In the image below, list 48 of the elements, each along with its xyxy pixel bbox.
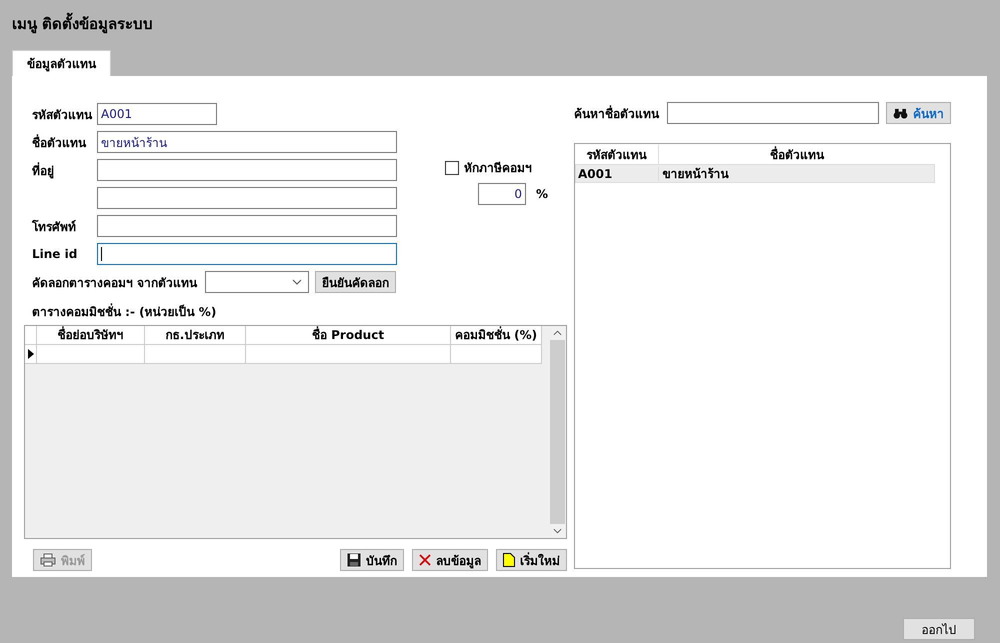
column-header: ชื่อย่อบริษัทฯ — [37, 326, 145, 345]
table-caption: ตารางคอมมิชชั่น :- (หน่วยเป็น %) — [31, 302, 218, 321]
column-header: กธ.ประเภท — [145, 326, 246, 345]
action-button[interactable]: เริ่มใหม่ — [496, 549, 567, 571]
chevron-up-icon[interactable] — [553, 330, 562, 336]
chevron-down-icon — [292, 279, 302, 285]
table-cell[interactable] — [37, 345, 145, 364]
action-button[interactable]: บันทึก — [340, 549, 404, 571]
search-button[interactable]: ค้นหา — [886, 102, 951, 124]
field-label: Line id — [31, 247, 78, 261]
field-label: รหัสตัวแทน — [31, 106, 94, 124]
search-label: ค้นหาชื่อตัวแทน — [574, 104, 659, 122]
table-cell[interactable] — [145, 345, 246, 364]
table-cell[interactable] — [246, 345, 451, 364]
field-label: ที่อยู่ — [31, 161, 55, 180]
agent-dropdown[interactable] — [205, 271, 310, 293]
input-field[interactable] — [97, 215, 397, 237]
input-field[interactable]: A001 — [97, 103, 217, 125]
row-pointer-icon — [28, 349, 34, 359]
corner-header — [25, 326, 37, 345]
column-header: ชื่อ Product — [246, 326, 451, 345]
copy-label: คัดลอกตารางคอมฯ จากตัวแทน — [32, 274, 198, 292]
printer-icon — [40, 553, 56, 567]
input-field[interactable] — [97, 243, 397, 265]
field-label: ชื่อตัวแทน — [31, 133, 88, 152]
row-header[interactable] — [25, 345, 37, 364]
unit-label: % — [536, 187, 548, 201]
action-button[interactable]: ลบข้อมูล — [412, 549, 488, 571]
list-row[interactable]: A001 ขายหน้าร้าน — [575, 164, 935, 183]
input-field[interactable] — [97, 187, 397, 209]
copy-button[interactable]: ยืนยันคัดลอก — [315, 271, 396, 293]
document-icon — [503, 553, 515, 567]
tab[interactable]: ข้อมูลตัวแทน — [12, 50, 111, 76]
window-title: เมนู ติดตั้งข้อมูลระบบ — [12, 12, 988, 36]
column-header: คอมมิชชั่น (%) — [451, 326, 542, 345]
rate-field[interactable]: 0 — [478, 183, 526, 205]
cross-icon — [419, 554, 431, 566]
chevron-down-icon[interactable] — [553, 528, 562, 534]
column-header: ชื่อตัวแทน — [769, 145, 826, 164]
exit-button[interactable]: ออกไป — [903, 618, 975, 640]
field-label: โทรศัพท์ — [30, 218, 77, 236]
checkbox[interactable] — [445, 160, 459, 174]
table-cell[interactable] — [451, 345, 542, 364]
search-field[interactable] — [667, 102, 879, 124]
input-field[interactable] — [97, 159, 397, 181]
input-field[interactable]: ขายหน้าร้าน — [97, 131, 397, 153]
checkbox-label: หักภาษีคอมฯ — [464, 160, 532, 177]
binoculars-icon — [893, 108, 908, 118]
